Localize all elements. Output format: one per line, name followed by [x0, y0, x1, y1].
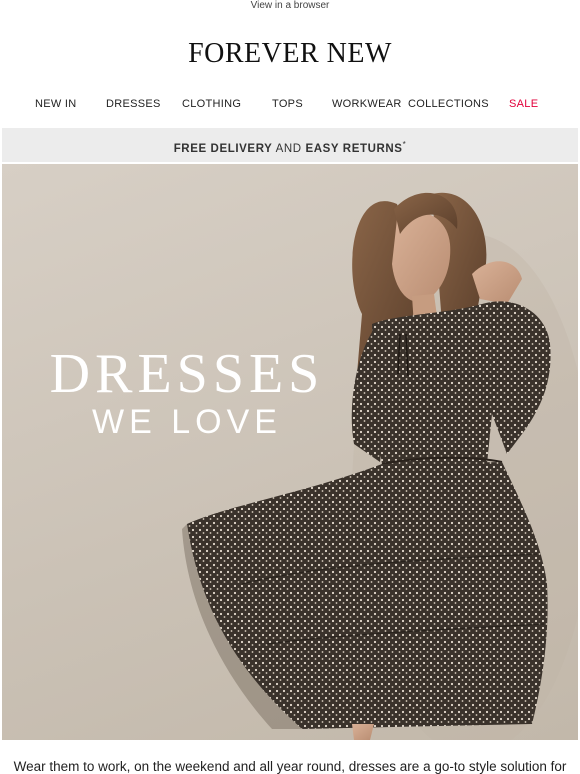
- promo-free-delivery: FREE DELIVERY: [173, 142, 273, 155]
- leg: [352, 724, 374, 740]
- nav-item-new-in[interactable]: NEW IN: [35, 96, 77, 112]
- hero-subtitle: WE LOVE: [92, 403, 282, 441]
- main-nav: NEW IN DRESSES CLOTHING TOPS WORKWEAR CO…: [0, 96, 580, 114]
- body-paragraph: Wear them to work, on the weekend and al…: [13, 759, 567, 774]
- hero-photo-illustration: [182, 192, 578, 740]
- promo-banner[interactable]: FREE DELIVERY AND EASY RETURNS*: [2, 128, 578, 162]
- brand-logo[interactable]: FOREVER NEW: [0, 38, 580, 70]
- nav-item-collections[interactable]: COLLECTIONS: [408, 96, 489, 112]
- nav-item-clothing[interactable]: CLOTHING: [182, 96, 241, 112]
- nav-item-workwear[interactable]: WORKWEAR: [332, 96, 402, 112]
- nav-item-dresses[interactable]: DRESSES: [106, 96, 161, 112]
- view-in-browser-link[interactable]: View in a browser: [0, 0, 580, 14]
- promo-and: AND: [272, 142, 306, 155]
- nav-item-sale[interactable]: SALE: [509, 96, 538, 112]
- email-page: View in a browser FOREVER NEW NEW IN DRE…: [0, 0, 580, 774]
- promo-easy-returns: EASY RETURNS: [305, 142, 403, 155]
- hero-image[interactable]: DRESSES WE LOVE: [2, 164, 578, 740]
- nav-item-tops[interactable]: TOPS: [272, 96, 303, 112]
- promo-asterisk: *: [402, 140, 407, 149]
- hero-title: DRESSES: [49, 343, 325, 405]
